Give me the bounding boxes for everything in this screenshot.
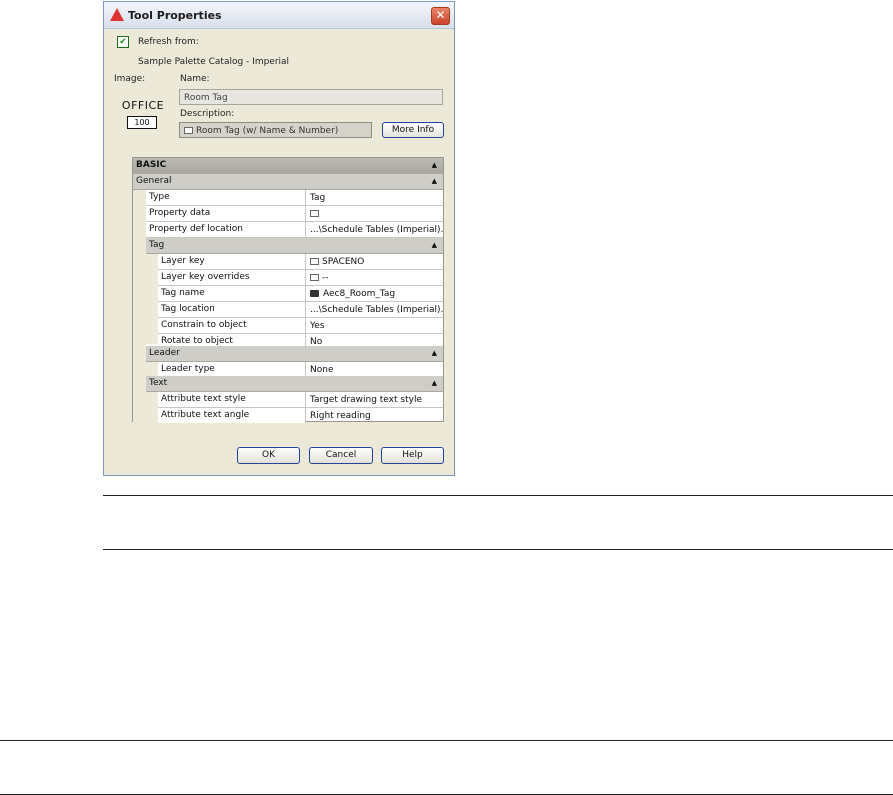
property-row-tag-location[interactable]: Tag location ...\Schedule Tables (Imperi… xyxy=(158,302,444,318)
property-name: Property def location xyxy=(146,222,306,237)
page-rule xyxy=(103,495,893,496)
property-value: SPACENO xyxy=(308,254,444,269)
property-row-property-def-location[interactable]: Property def location ...\Schedule Table… xyxy=(146,222,444,238)
property-row-attribute-text-angle[interactable]: Attribute text angle Right reading xyxy=(158,408,443,424)
collapse-arrow-icon[interactable]: ▲ xyxy=(432,238,437,253)
document-icon xyxy=(184,127,193,134)
worksheet-icon[interactable] xyxy=(310,274,319,281)
tag-name-value: Aec8_Room_Tag xyxy=(323,289,396,299)
section-basic-label: BASIC xyxy=(136,160,167,170)
indent-gutter xyxy=(133,190,146,422)
property-value: Right reading xyxy=(310,411,371,421)
tool-properties-dialog: Tool Properties ✕ ✔ Refresh from: Sample… xyxy=(103,1,455,476)
dialog-title: Tool Properties xyxy=(128,9,222,22)
property-value: Yes xyxy=(310,321,325,331)
collapse-arrow-icon[interactable]: ▲ xyxy=(432,346,437,361)
indent-gutter xyxy=(146,362,158,376)
category-text-label: Text xyxy=(149,378,168,388)
refresh-from-label: Refresh from: xyxy=(138,37,199,47)
property-value xyxy=(308,206,444,221)
property-value: Tag xyxy=(310,193,326,203)
layer-key-overrides-value: -- xyxy=(322,273,329,283)
more-info-button[interactable]: More Info xyxy=(382,122,444,138)
property-grid: BASIC ▲ General ▲ Type Tag Property data… xyxy=(132,157,444,424)
catalog-source-text: Sample Palette Catalog - Imperial xyxy=(138,57,290,67)
title-bar[interactable]: Tool Properties ✕ xyxy=(104,2,454,29)
property-value: Target drawing text style xyxy=(310,395,422,405)
indent-gutter xyxy=(146,392,158,422)
category-general[interactable]: General ▲ xyxy=(133,174,443,190)
property-value: ...\Schedule Tables (Imperial)... xyxy=(310,305,444,315)
collapse-arrow-icon[interactable]: ▲ xyxy=(432,174,437,189)
section-basic[interactable]: BASIC ▲ xyxy=(133,158,443,174)
image-label: Image: xyxy=(114,74,146,84)
page-rule xyxy=(0,740,893,741)
name-field[interactable]: Room Tag xyxy=(179,89,443,105)
name-label: Name: xyxy=(180,74,210,84)
category-general-label: General xyxy=(136,176,172,186)
property-name: Leader type xyxy=(158,362,306,377)
property-value: ...\Schedule Tables (Imperial)... xyxy=(310,225,444,235)
tag-icon[interactable] xyxy=(310,290,319,297)
property-name: Layer key xyxy=(158,254,306,269)
property-name: Property data xyxy=(146,206,306,221)
property-row-type[interactable]: Type Tag xyxy=(146,190,443,206)
property-row-constrain-to-object[interactable]: Constrain to object Yes xyxy=(158,318,443,334)
property-row-tag-name[interactable]: Tag name Aec8_Room_Tag xyxy=(158,286,443,302)
tool-image-preview[interactable]: OFFICE xyxy=(117,99,169,112)
property-name: Layer key overrides xyxy=(158,270,306,285)
property-name: Type xyxy=(146,190,306,205)
property-row-attribute-text-style[interactable]: Attribute text style Target drawing text… xyxy=(158,392,443,408)
category-leader[interactable]: Leader ▲ xyxy=(146,346,443,362)
collapse-arrow-icon[interactable]: ▲ xyxy=(432,376,437,391)
collapse-arrow-icon[interactable]: ▲ xyxy=(432,158,437,173)
description-value: Room Tag (w/ Name & Number) xyxy=(196,126,339,136)
property-name: Tag location xyxy=(158,302,306,317)
property-name: Constrain to object xyxy=(158,318,306,333)
property-value: -- xyxy=(308,270,444,285)
cancel-button[interactable]: Cancel xyxy=(309,447,373,464)
property-row-layer-key-overrides[interactable]: Layer key overrides -- xyxy=(158,270,443,286)
category-tag[interactable]: Tag ▲ xyxy=(146,238,443,254)
ok-button[interactable]: OK xyxy=(237,447,300,464)
property-value: None xyxy=(310,365,334,375)
property-row-property-data[interactable]: Property data xyxy=(146,206,443,222)
category-tag-label: Tag xyxy=(149,240,165,250)
property-value: Aec8_Room_Tag xyxy=(308,286,444,301)
worksheet-icon[interactable] xyxy=(310,258,319,265)
property-name: Tag name xyxy=(158,286,306,301)
property-row-layer-key[interactable]: Layer key SPACENO xyxy=(158,254,443,270)
property-name: Attribute text angle xyxy=(158,408,306,423)
property-name: Attribute text style xyxy=(158,392,306,407)
close-button[interactable]: ✕ xyxy=(431,7,450,25)
indent-gutter xyxy=(146,254,158,344)
description-field[interactable]: Room Tag (w/ Name & Number) xyxy=(179,122,372,138)
category-leader-label: Leader xyxy=(149,348,180,358)
tool-image-scale: 100 xyxy=(127,116,157,129)
help-button[interactable]: Help xyxy=(381,447,444,464)
worksheet-icon[interactable] xyxy=(310,210,319,217)
category-text[interactable]: Text ▲ xyxy=(146,376,443,392)
autocad-app-icon xyxy=(110,8,124,21)
description-label: Description: xyxy=(180,109,235,119)
layer-key-value: SPACENO xyxy=(322,257,365,267)
refresh-from-checkbox[interactable]: ✔ xyxy=(117,36,129,48)
page-rule xyxy=(103,549,893,550)
